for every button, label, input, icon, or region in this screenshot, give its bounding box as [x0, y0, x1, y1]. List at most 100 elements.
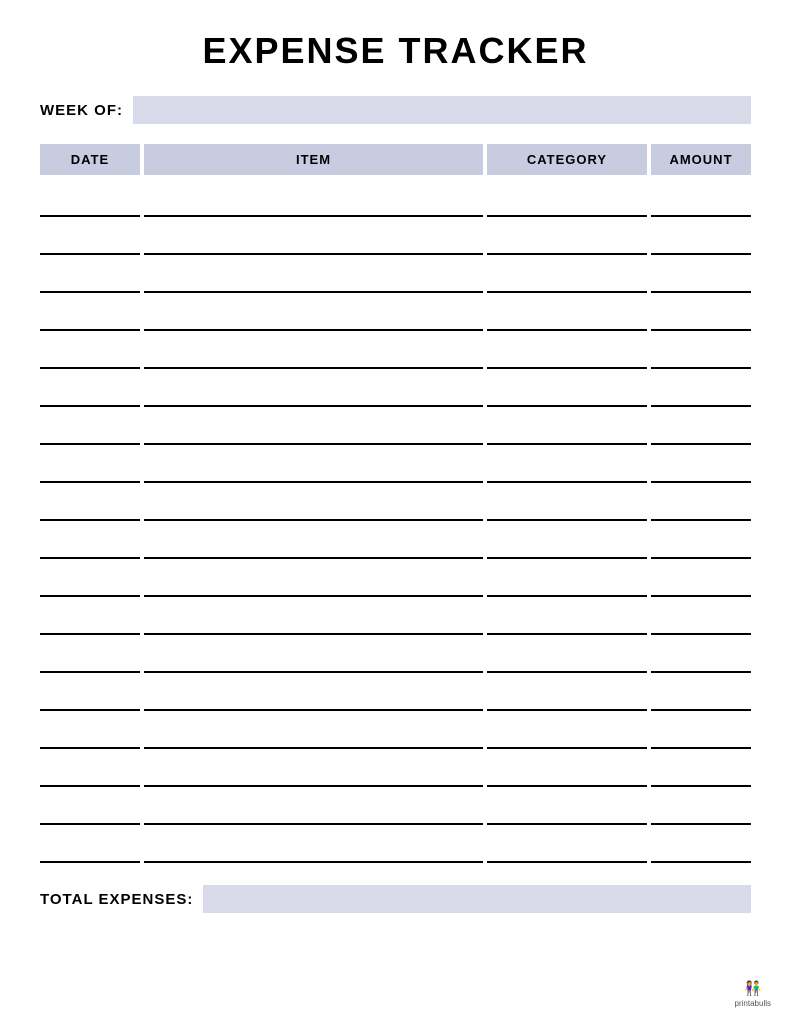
cell-item-0[interactable]: [144, 193, 483, 217]
cell-amount-17[interactable]: [651, 839, 751, 863]
cell-date-12[interactable]: [40, 649, 140, 673]
table-row: [40, 715, 751, 753]
table-row: [40, 829, 751, 867]
cell-date-1[interactable]: [40, 231, 140, 255]
cell-date-15[interactable]: [40, 763, 140, 787]
page-title: EXPENSE TRACKER: [40, 30, 751, 72]
cell-category-10[interactable]: [487, 573, 647, 597]
table-row: [40, 259, 751, 297]
total-label: TOTAL EXPENSES:: [40, 891, 193, 908]
cell-amount-16[interactable]: [651, 801, 751, 825]
table-header: DATE ITEM CATEGORY AMOUNT: [40, 144, 751, 175]
table-row: [40, 525, 751, 563]
cell-category-11[interactable]: [487, 611, 647, 635]
cell-amount-12[interactable]: [651, 649, 751, 673]
cell-category-7[interactable]: [487, 459, 647, 483]
cell-category-8[interactable]: [487, 497, 647, 521]
cell-item-6[interactable]: [144, 421, 483, 445]
cell-category-16[interactable]: [487, 801, 647, 825]
cell-amount-5[interactable]: [651, 383, 751, 407]
cell-item-17[interactable]: [144, 839, 483, 863]
cell-date-6[interactable]: [40, 421, 140, 445]
cell-amount-8[interactable]: [651, 497, 751, 521]
week-of-label: WEEK OF:: [40, 102, 123, 119]
cell-category-13[interactable]: [487, 687, 647, 711]
cell-amount-2[interactable]: [651, 269, 751, 293]
total-field[interactable]: [203, 885, 751, 913]
cell-category-9[interactable]: [487, 535, 647, 559]
cell-amount-9[interactable]: [651, 535, 751, 559]
cell-category-12[interactable]: [487, 649, 647, 673]
cell-amount-0[interactable]: [651, 193, 751, 217]
cell-date-3[interactable]: [40, 307, 140, 331]
header-item: ITEM: [144, 144, 483, 175]
cell-date-5[interactable]: [40, 383, 140, 407]
cell-category-2[interactable]: [487, 269, 647, 293]
cell-amount-10[interactable]: [651, 573, 751, 597]
watermark-text: printabulls: [735, 999, 771, 1008]
cell-date-10[interactable]: [40, 573, 140, 597]
cell-item-1[interactable]: [144, 231, 483, 255]
cell-amount-7[interactable]: [651, 459, 751, 483]
cell-date-11[interactable]: [40, 611, 140, 635]
cell-item-13[interactable]: [144, 687, 483, 711]
cell-category-1[interactable]: [487, 231, 647, 255]
cell-category-0[interactable]: [487, 193, 647, 217]
page: EXPENSE TRACKER WEEK OF: DATE ITEM CATEG…: [0, 0, 791, 1024]
cell-category-3[interactable]: [487, 307, 647, 331]
cell-date-16[interactable]: [40, 801, 140, 825]
cell-item-15[interactable]: [144, 763, 483, 787]
week-of-field[interactable]: [133, 96, 751, 124]
cell-amount-15[interactable]: [651, 763, 751, 787]
table-row: [40, 411, 751, 449]
cell-item-5[interactable]: [144, 383, 483, 407]
table-row: [40, 563, 751, 601]
cell-category-17[interactable]: [487, 839, 647, 863]
cell-date-14[interactable]: [40, 725, 140, 749]
table-row: [40, 297, 751, 335]
cell-date-2[interactable]: [40, 269, 140, 293]
total-row: TOTAL EXPENSES:: [40, 885, 751, 913]
table-row: [40, 183, 751, 221]
cell-category-6[interactable]: [487, 421, 647, 445]
table-row: [40, 221, 751, 259]
cell-category-5[interactable]: [487, 383, 647, 407]
cell-category-15[interactable]: [487, 763, 647, 787]
cell-item-7[interactable]: [144, 459, 483, 483]
cell-item-9[interactable]: [144, 535, 483, 559]
cell-amount-4[interactable]: [651, 345, 751, 369]
cell-item-16[interactable]: [144, 801, 483, 825]
cell-item-3[interactable]: [144, 307, 483, 331]
header-date: DATE: [40, 144, 140, 175]
table-row: [40, 753, 751, 791]
cell-item-4[interactable]: [144, 345, 483, 369]
cell-date-0[interactable]: [40, 193, 140, 217]
watermark: 👫 printabulls: [735, 980, 771, 1008]
cell-item-2[interactable]: [144, 269, 483, 293]
cell-date-13[interactable]: [40, 687, 140, 711]
cell-amount-11[interactable]: [651, 611, 751, 635]
cell-date-4[interactable]: [40, 345, 140, 369]
cell-item-10[interactable]: [144, 573, 483, 597]
cell-item-8[interactable]: [144, 497, 483, 521]
cell-category-14[interactable]: [487, 725, 647, 749]
cell-amount-14[interactable]: [651, 725, 751, 749]
cell-category-4[interactable]: [487, 345, 647, 369]
header-amount: AMOUNT: [651, 144, 751, 175]
cell-amount-13[interactable]: [651, 687, 751, 711]
table-row: [40, 449, 751, 487]
cell-date-7[interactable]: [40, 459, 140, 483]
table-row: [40, 373, 751, 411]
cell-amount-3[interactable]: [651, 307, 751, 331]
cell-date-9[interactable]: [40, 535, 140, 559]
cell-item-12[interactable]: [144, 649, 483, 673]
cell-amount-1[interactable]: [651, 231, 751, 255]
cell-item-11[interactable]: [144, 611, 483, 635]
data-rows: [40, 183, 751, 867]
header-category: CATEGORY: [487, 144, 647, 175]
cell-date-17[interactable]: [40, 839, 140, 863]
cell-date-8[interactable]: [40, 497, 140, 521]
cell-amount-6[interactable]: [651, 421, 751, 445]
table-row: [40, 639, 751, 677]
cell-item-14[interactable]: [144, 725, 483, 749]
